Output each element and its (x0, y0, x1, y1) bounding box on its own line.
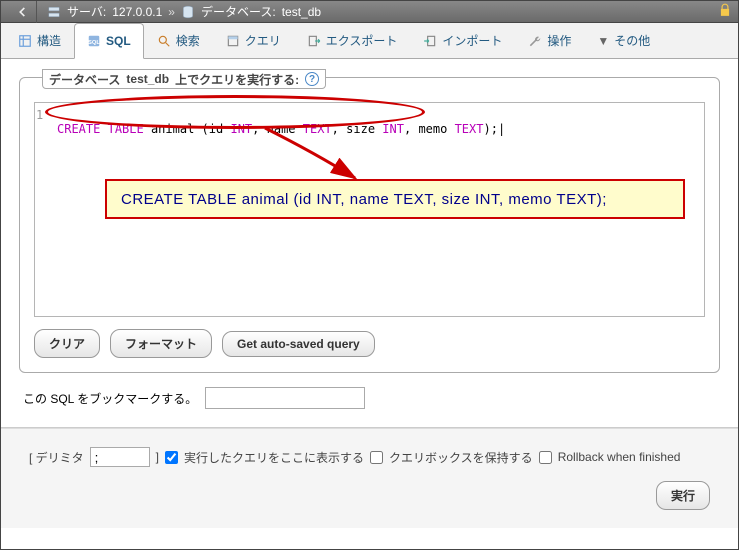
tab-sql[interactable]: SQL SQL (74, 23, 144, 59)
main-tabs: 構造 SQL SQL 検索 クエリ エクスポート インポート 操作 ▼ その他 (1, 23, 738, 59)
tab-search-label: 検索 (176, 32, 200, 49)
database-icon (181, 5, 195, 19)
breadcrumb-separator: » (168, 5, 175, 19)
tab-query[interactable]: クエリ (213, 23, 294, 58)
tab-operations[interactable]: 操作 (515, 23, 584, 58)
show-query-label: 実行したクエリをここに表示する (184, 449, 364, 466)
tab-import[interactable]: インポート (410, 23, 515, 58)
sql-editor[interactable]: 1 CREATE TABLE animal (id INT, name TEXT… (34, 102, 705, 317)
sql-code-line: CREATE TABLE animal (id INT, name TEXT, … (57, 108, 505, 136)
retain-box-checkbox[interactable] (370, 451, 383, 464)
svg-text:SQL: SQL (88, 40, 100, 46)
database-label: データベース: (201, 3, 276, 20)
rollback-checkbox[interactable] (539, 451, 552, 464)
tab-structure[interactable]: 構造 (5, 23, 74, 58)
export-icon (307, 34, 321, 48)
back-button[interactable] (7, 1, 37, 23)
arrow-left-icon (15, 5, 29, 19)
bookmark-input[interactable] (205, 387, 365, 409)
delimiter-close: ] (156, 450, 159, 464)
clear-button[interactable]: クリア (34, 329, 100, 358)
chevron-down-icon: ▼ (597, 34, 609, 48)
delimiter-open: [ デリミタ (29, 449, 84, 466)
execute-button[interactable]: 実行 (656, 481, 710, 510)
query-icon (226, 34, 240, 48)
tab-sql-label: SQL (106, 34, 131, 48)
lock-icon[interactable] (718, 3, 732, 20)
import-icon (423, 34, 437, 48)
tab-import-label: インポート (442, 32, 502, 49)
server-value[interactable]: 127.0.0.1 (112, 5, 162, 19)
panel-legend: データベース test_db 上でクエリを実行する: ? (42, 69, 326, 89)
autosaved-button[interactable]: Get auto-saved query (222, 331, 375, 357)
tab-export-label: エクスポート (326, 32, 398, 49)
retain-box-label: クエリボックスを保持する (389, 449, 533, 466)
tab-more-label: その他 (614, 32, 650, 49)
wrench-icon (528, 34, 542, 48)
bottom-panel: [ デリミタ ] 実行したクエリをここに表示する クエリボックスを保持する Ro… (1, 428, 738, 528)
table-icon (18, 34, 32, 48)
tab-operations-label: 操作 (547, 32, 571, 49)
tab-structure-label: 構造 (37, 32, 61, 49)
help-icon[interactable]: ? (305, 72, 319, 86)
rollback-label: Rollback when finished (558, 450, 681, 464)
legend-prefix: データベース (49, 71, 120, 88)
sql-icon: SQL (87, 34, 101, 48)
bookmark-label: この SQL をブックマークする。 (23, 390, 197, 407)
tab-export[interactable]: エクスポート (294, 23, 411, 58)
format-button[interactable]: フォーマット (110, 329, 212, 358)
tab-more[interactable]: ▼ その他 (584, 23, 663, 58)
search-icon (157, 34, 171, 48)
legend-db: test_db (126, 72, 169, 86)
sql-panel: データベース test_db 上でクエリを実行する: ? 1 CREATE TA… (19, 77, 720, 373)
tab-query-label: クエリ (245, 32, 281, 49)
server-label: サーバ: (67, 3, 106, 20)
server-icon (47, 5, 61, 19)
show-query-checkbox[interactable] (165, 451, 178, 464)
annotation-callout: CREATE TABLE animal (id INT, name TEXT, … (105, 179, 685, 219)
tab-search[interactable]: 検索 (144, 23, 213, 58)
legend-suffix: 上でクエリを実行する: (175, 71, 299, 88)
database-value[interactable]: test_db (282, 5, 321, 19)
breadcrumb-bar: サーバ: 127.0.0.1 » データベース: test_db (1, 1, 738, 23)
line-number: 1 (36, 108, 43, 122)
delimiter-input[interactable] (90, 447, 150, 467)
